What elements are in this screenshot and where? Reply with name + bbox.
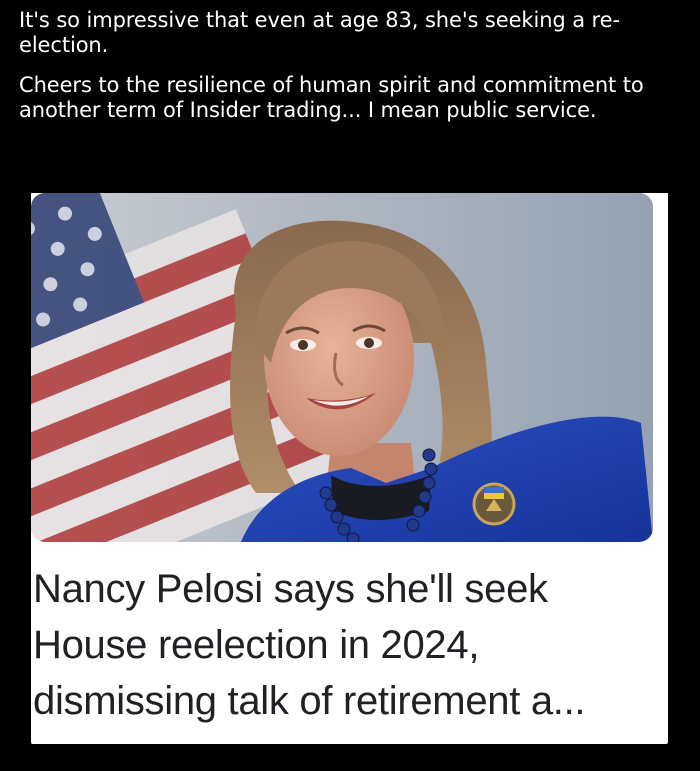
caption-paragraph-2: Cheers to the resilience of human spirit…	[19, 73, 644, 122]
post-caption: It's so impressive that even at age 83, …	[19, 8, 689, 138]
news-card[interactable]: Nancy Pelosi says she'll seek House reel…	[31, 193, 668, 744]
article-headline[interactable]: Nancy Pelosi says she'll seek House reel…	[33, 561, 663, 729]
caption-paragraph-1: It's so impressive that even at age 83, …	[19, 8, 620, 57]
article-photo[interactable]	[31, 193, 653, 542]
brooch-graphic	[472, 482, 516, 526]
portrait-illustration	[31, 193, 653, 542]
